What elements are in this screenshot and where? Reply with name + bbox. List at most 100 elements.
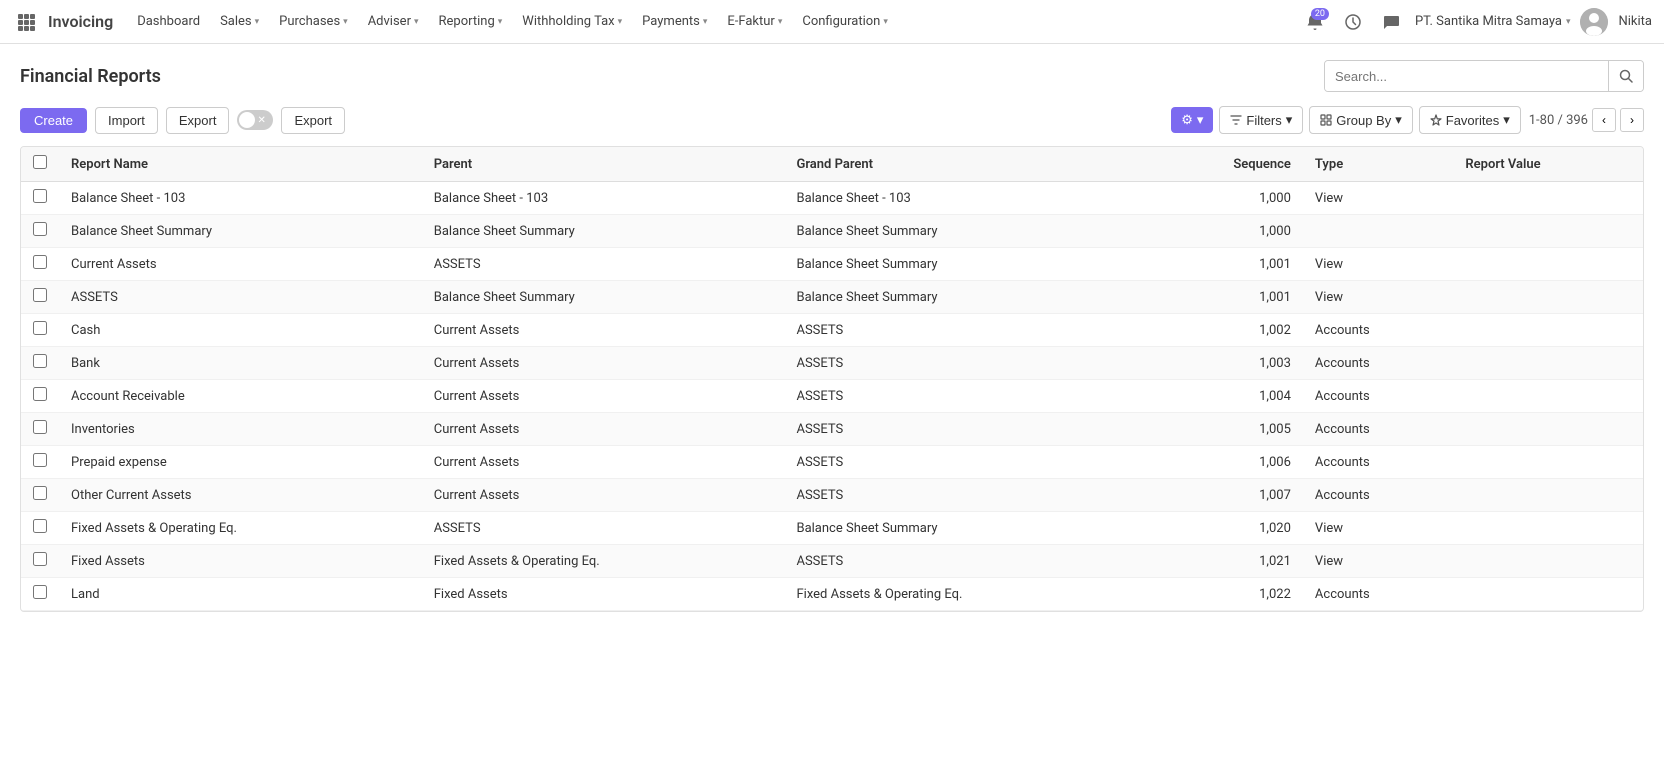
chevron-down-icon: ▾	[618, 17, 623, 27]
cell-type	[1303, 215, 1453, 248]
col-type[interactable]: Type	[1303, 147, 1453, 182]
chat-icon[interactable]	[1377, 8, 1405, 36]
cell-report-value	[1453, 248, 1643, 281]
avatar[interactable]	[1580, 8, 1608, 36]
row-checkbox-cell[interactable]	[21, 182, 59, 215]
export-button-1[interactable]: Export	[166, 107, 230, 134]
row-checkbox[interactable]	[33, 288, 47, 302]
username[interactable]: Nikita	[1618, 14, 1652, 29]
clock-icon[interactable]	[1339, 8, 1367, 36]
company-name: PT. Santika Mitra Samaya	[1415, 14, 1562, 29]
search-input[interactable]	[1325, 61, 1608, 91]
row-checkbox-cell[interactable]	[21, 347, 59, 380]
col-grand-parent[interactable]: Grand Parent	[784, 147, 1147, 182]
pagination-next[interactable]: ›	[1620, 108, 1644, 132]
nav-purchases[interactable]: Purchases ▾	[271, 10, 356, 33]
col-parent[interactable]: Parent	[422, 147, 785, 182]
cell-parent: Current Assets	[422, 413, 785, 446]
table-row[interactable]: ASSETS Balance Sheet Summary Balance She…	[21, 281, 1643, 314]
import-button[interactable]: Import	[95, 107, 158, 134]
cell-grand-parent: Balance Sheet Summary	[784, 248, 1147, 281]
row-checkbox-cell[interactable]	[21, 545, 59, 578]
row-checkbox[interactable]	[33, 222, 47, 236]
table-row[interactable]: Fixed Assets & Operating Eq. ASSETS Bala…	[21, 512, 1643, 545]
cell-report-value	[1453, 545, 1643, 578]
table-row[interactable]: Land Fixed Assets Fixed Assets & Operati…	[21, 578, 1643, 611]
cell-sequence: 1,001	[1147, 281, 1303, 314]
create-button[interactable]: Create	[20, 108, 87, 133]
table-row[interactable]: Cash Current Assets ASSETS 1,002 Account…	[21, 314, 1643, 347]
table-row[interactable]: Current Assets ASSETS Balance Sheet Summ…	[21, 248, 1643, 281]
cell-grand-parent: ASSETS	[784, 380, 1147, 413]
row-checkbox-cell[interactable]	[21, 578, 59, 611]
gear-button[interactable]: ⚙ ▾	[1171, 107, 1213, 133]
search-bar	[1324, 60, 1644, 92]
row-checkbox[interactable]	[33, 420, 47, 434]
cell-parent: Current Assets	[422, 314, 785, 347]
favorites-button[interactable]: Favorites ▾	[1419, 106, 1521, 134]
cell-type: Accounts	[1303, 380, 1453, 413]
select-all-checkbox[interactable]	[33, 155, 47, 169]
row-checkbox[interactable]	[33, 486, 47, 500]
search-button[interactable]	[1608, 61, 1643, 91]
row-checkbox-cell[interactable]	[21, 512, 59, 545]
row-checkbox[interactable]	[33, 255, 47, 269]
cell-sequence: 1,002	[1147, 314, 1303, 347]
apps-grid-icon[interactable]	[12, 8, 40, 36]
row-checkbox-cell[interactable]	[21, 314, 59, 347]
nav-efaktur[interactable]: E-Faktur ▾	[719, 10, 790, 33]
nav-reporting[interactable]: Reporting ▾	[431, 10, 511, 33]
row-checkbox-cell[interactable]	[21, 248, 59, 281]
row-checkbox[interactable]	[33, 585, 47, 599]
table-row[interactable]: Bank Current Assets ASSETS 1,003 Account…	[21, 347, 1643, 380]
table-row[interactable]: Fixed Assets Fixed Assets & Operating Eq…	[21, 545, 1643, 578]
group-by-button[interactable]: Group By ▾	[1309, 106, 1412, 134]
chevron-down-icon: ▾	[498, 17, 503, 27]
table-row[interactable]: Balance Sheet - 103 Balance Sheet - 103 …	[21, 182, 1643, 215]
select-all-header[interactable]	[21, 147, 59, 182]
company-selector[interactable]: PT. Santika Mitra Samaya ▾	[1415, 14, 1571, 29]
nav-sales[interactable]: Sales ▾	[212, 10, 267, 33]
col-report-value[interactable]: Report Value	[1453, 147, 1643, 182]
nav-payments[interactable]: Payments ▾	[634, 10, 715, 33]
row-checkbox[interactable]	[33, 519, 47, 533]
row-checkbox-cell[interactable]	[21, 413, 59, 446]
table-row[interactable]: Balance Sheet Summary Balance Sheet Summ…	[21, 215, 1643, 248]
col-report-name[interactable]: Report Name	[59, 147, 422, 182]
pagination-text: 1-80 / 396	[1529, 113, 1588, 128]
row-checkbox[interactable]	[33, 354, 47, 368]
row-checkbox[interactable]	[33, 321, 47, 335]
notifications-icon[interactable]: 20	[1301, 8, 1329, 36]
row-checkbox-cell[interactable]	[21, 215, 59, 248]
row-checkbox-cell[interactable]	[21, 380, 59, 413]
nav-adviser[interactable]: Adviser ▾	[360, 10, 427, 33]
cell-report-name: Cash	[59, 314, 422, 347]
cell-report-value	[1453, 281, 1643, 314]
row-checkbox[interactable]	[33, 387, 47, 401]
nav-withholding-tax[interactable]: Withholding Tax ▾	[514, 10, 630, 33]
pagination-prev[interactable]: ‹	[1592, 108, 1616, 132]
nav-configuration[interactable]: Configuration ▾	[794, 10, 896, 33]
row-checkbox-cell[interactable]	[21, 479, 59, 512]
row-checkbox-cell[interactable]	[21, 446, 59, 479]
row-checkbox-cell[interactable]	[21, 281, 59, 314]
table-row[interactable]: Inventories Current Assets ASSETS 1,005 …	[21, 413, 1643, 446]
cell-grand-parent: ASSETS	[784, 314, 1147, 347]
chevron-down-icon: ▾	[778, 17, 783, 27]
cell-grand-parent: ASSETS	[784, 413, 1147, 446]
filters-button[interactable]: Filters ▾	[1219, 106, 1303, 134]
export-button-2[interactable]: Export	[281, 107, 345, 134]
table-row[interactable]: Account Receivable Current Assets ASSETS…	[21, 380, 1643, 413]
cell-grand-parent: Fixed Assets & Operating Eq.	[784, 578, 1147, 611]
nav-dashboard[interactable]: Dashboard	[129, 10, 208, 33]
cell-grand-parent: ASSETS	[784, 347, 1147, 380]
table-row[interactable]: Prepaid expense Current Assets ASSETS 1,…	[21, 446, 1643, 479]
row-checkbox[interactable]	[33, 453, 47, 467]
chevron-down-icon: ▾	[343, 17, 348, 27]
toggle-switch[interactable]: ✕	[237, 110, 273, 130]
row-checkbox[interactable]	[33, 552, 47, 566]
table-row[interactable]: Other Current Assets Current Assets ASSE…	[21, 479, 1643, 512]
cell-report-name: Other Current Assets	[59, 479, 422, 512]
col-sequence[interactable]: Sequence	[1147, 147, 1303, 182]
row-checkbox[interactable]	[33, 189, 47, 203]
